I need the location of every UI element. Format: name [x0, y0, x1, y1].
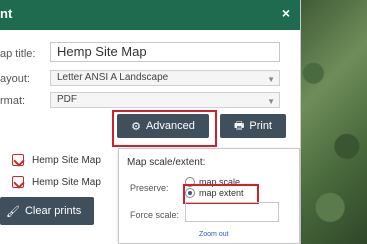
advanced-button[interactable]: ⚙ Advanced: [117, 114, 209, 138]
print-button-label: Print: [249, 120, 272, 132]
brush-icon: 🖌: [6, 205, 20, 218]
map-extent-option[interactable]: map extent: [185, 188, 244, 198]
panel-header: nt ×: [0, 0, 300, 30]
advanced-button-label: Advanced: [145, 120, 195, 132]
gear-icon: ⚙: [131, 120, 141, 133]
format-select[interactable]: PDF ▼: [50, 92, 280, 108]
print-result-item[interactable]: Hemp Site Map: [12, 176, 101, 188]
pdf-icon: [12, 154, 24, 166]
print-result-item[interactable]: Hemp Site Map: [12, 154, 101, 166]
format-value: PDF: [57, 94, 77, 105]
clear-prints-label: Clear prints: [24, 205, 82, 217]
map-area[interactable]: [300, 0, 367, 244]
zoom-link[interactable]: Zoom out: [199, 231, 229, 238]
map-extent-label: map extent: [199, 188, 244, 198]
pdf-icon: [12, 176, 24, 188]
map-title-label: ap title:: [0, 48, 36, 60]
chevron-down-icon: ▼: [267, 97, 275, 106]
clear-prints-button[interactable]: 🖌 Clear prints: [0, 197, 94, 225]
layout-select[interactable]: Letter ANSI A Landscape ▼: [50, 70, 280, 86]
preserve-label: Preserve:: [130, 183, 169, 193]
force-scale-label: Force scale:: [130, 210, 180, 220]
print-result-label: Hemp Site Map: [32, 176, 101, 188]
map-title-input[interactable]: Hemp Site Map: [50, 42, 280, 62]
format-label: rmat:: [0, 95, 26, 107]
panel-title: nt: [0, 6, 13, 21]
force-scale-input[interactable]: [185, 202, 279, 222]
layout-label: ayout:: [0, 73, 30, 85]
print-button[interactable]: 🖶 Print: [220, 114, 286, 138]
printer-icon: 🖶: [233, 119, 245, 132]
close-icon[interactable]: ×: [282, 5, 290, 21]
chevron-down-icon: ▼: [267, 75, 275, 84]
print-result-label: Hemp Site Map: [32, 154, 101, 166]
popup-heading: Map scale/extent:: [127, 157, 206, 168]
radio-map-extent[interactable]: [185, 188, 195, 198]
advanced-options-popup: Map scale/extent: Preserve: map scale ma…: [118, 148, 300, 244]
layout-value: Letter ANSI A Landscape: [57, 72, 169, 83]
